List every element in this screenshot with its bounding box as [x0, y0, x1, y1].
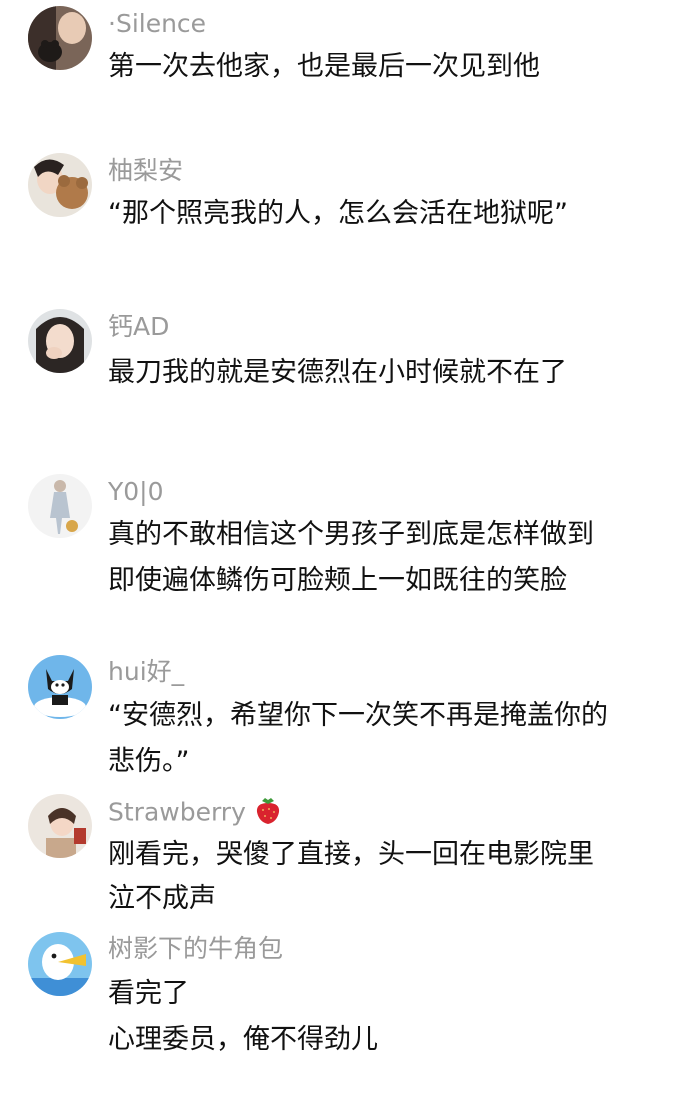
avatar[interactable] [28, 153, 92, 217]
username[interactable]: Strawberry [108, 795, 282, 832]
username-text[interactable]: Strawberry [108, 798, 246, 827]
comment-text: 看完了 [108, 978, 189, 1009]
comment-text: 最刀我的就是安德烈在小时候就不在了 [108, 357, 567, 388]
user-avatar-icon [28, 6, 92, 70]
username[interactable]: 钙AD [108, 312, 169, 342]
comment-text: 刚看完，哭傻了直接，头一回在电影院里 [108, 839, 594, 870]
comment-text: “那个照亮我的人，怎么会活在地狱呢” [108, 198, 568, 229]
comment-text: 第一次去他家，也是最后一次见到他 [108, 51, 540, 82]
comment-text: “安德烈，希望你下一次笑不再是掩盖你的 [108, 700, 608, 731]
user-avatar-icon [28, 932, 92, 996]
comment-text: 泣不成声 [108, 883, 216, 914]
comment-text: 即使遍体鳞伤可脸颊上一如既往的笑脸 [108, 565, 567, 596]
comment-text: 悲伤。” [108, 746, 190, 777]
avatar[interactable] [28, 6, 92, 70]
strawberry-icon [254, 795, 282, 832]
user-avatar-icon [28, 309, 92, 373]
user-avatar-icon [28, 655, 92, 719]
avatar[interactable] [28, 655, 92, 719]
user-avatar-icon [28, 153, 92, 217]
username[interactable]: 树影下的牛角包 [108, 934, 283, 964]
avatar[interactable] [28, 474, 92, 538]
username[interactable]: Y0|0 [108, 477, 164, 507]
username[interactable]: hui好_ [108, 657, 184, 687]
user-avatar-icon [28, 474, 92, 538]
comment-text: 心理委员，俺不得劲儿 [108, 1024, 378, 1055]
username[interactable]: 柚梨安 [108, 156, 183, 186]
avatar[interactable] [28, 932, 92, 996]
comment-text: 真的不敢相信这个男孩子到底是怎样做到 [108, 519, 594, 550]
avatar[interactable] [28, 309, 92, 373]
username[interactable]: ·Silence [108, 9, 206, 39]
avatar[interactable] [28, 794, 92, 858]
user-avatar-icon [28, 794, 92, 858]
